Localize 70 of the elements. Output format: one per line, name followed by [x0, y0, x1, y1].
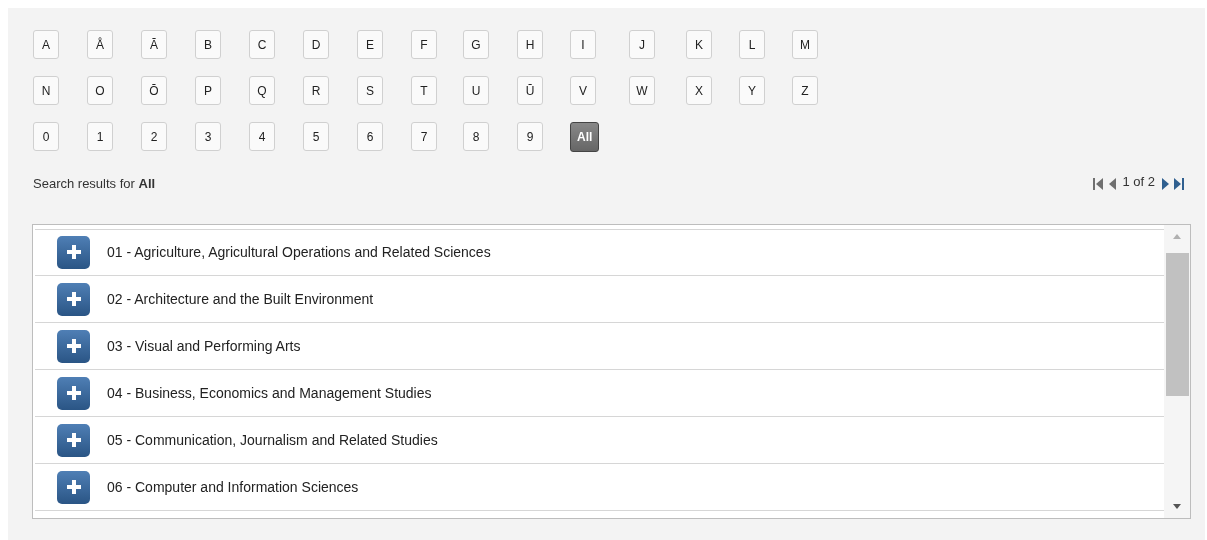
scrollbar-thumb[interactable]: [1165, 252, 1189, 396]
letter-filter-button[interactable]: P: [195, 76, 221, 105]
letter-filter-button[interactable]: G: [463, 30, 489, 59]
letter-filter-button[interactable]: X: [686, 76, 712, 105]
plus-icon: [65, 338, 82, 354]
letter-filter-button[interactable]: Ū: [517, 76, 543, 105]
letter-filter-button[interactable]: T: [411, 76, 437, 105]
letter-filter-button[interactable]: K: [686, 30, 712, 59]
letter-filter-button[interactable]: S: [357, 76, 383, 105]
letter-filter-button[interactable]: F: [411, 30, 437, 59]
expand-button[interactable]: [57, 235, 90, 269]
letter-filter-button[interactable]: A: [33, 30, 59, 59]
result-row[interactable]: 02 - Architecture and the Built Environment: [35, 275, 1164, 323]
letter-filter-button[interactable]: Q: [249, 76, 275, 105]
result-row[interactable]: 01 - Agriculture, Agricultural Operations and Related Sciences: [35, 228, 1164, 276]
expand-button[interactable]: [57, 329, 90, 363]
letter-filter-button[interactable]: Y: [739, 76, 765, 105]
letter-filter-button[interactable]: 5: [303, 122, 329, 151]
letter-filter-button[interactable]: 9: [517, 122, 543, 151]
letter-filter-button[interactable]: All: [570, 122, 600, 152]
letter-filter-button[interactable]: 0: [33, 122, 59, 151]
letter-filter-button[interactable]: 8: [463, 122, 489, 151]
result-label: 05 - Communication, Journalism and Related Studies: [107, 430, 438, 450]
plus-icon: [65, 385, 82, 401]
letter-filter-button[interactable]: 6: [357, 122, 383, 151]
page-indicator: 1 of 2: [1122, 173, 1155, 191]
letter-filter-button[interactable]: H: [517, 30, 543, 59]
last-page-button[interactable]: [1173, 176, 1185, 191]
letter-filter-button[interactable]: C: [249, 30, 275, 59]
result-label: 01 - Agriculture, Agricultural Operations and Related Sciences: [107, 242, 491, 262]
letter-filter-button[interactable]: W: [629, 76, 655, 105]
expand-button[interactable]: [57, 282, 90, 316]
plus-icon: [65, 291, 82, 307]
result-label: 04 - Business, Economics and Management Studies: [107, 383, 432, 403]
result-label: 06 - Computer and Information Sciences: [107, 477, 359, 497]
expand-button[interactable]: [57, 423, 90, 457]
plus-icon: [65, 244, 82, 260]
plus-icon: [65, 432, 82, 448]
letter-filter-button[interactable]: E: [357, 30, 383, 59]
letter-filter-button[interactable]: Ō: [141, 76, 167, 105]
letter-filter-button[interactable]: B: [195, 30, 221, 59]
letter-filter-button[interactable]: O: [87, 76, 113, 105]
letter-filter-button[interactable]: 1: [87, 122, 113, 151]
result-row[interactable]: 05 - Communication, Journalism and Related Studies: [35, 416, 1164, 464]
letter-filter-button[interactable]: I: [570, 30, 596, 59]
letter-filter-button[interactable]: Ā: [141, 30, 167, 59]
letter-filter-button[interactable]: N: [33, 76, 59, 105]
result-row[interactable]: 04 - Business, Economics and Management Studies: [35, 369, 1164, 417]
letter-filter-button[interactable]: Z: [792, 76, 818, 105]
letter-filter-button[interactable]: 4: [249, 122, 275, 151]
result-label: 02 - Architecture and the Built Environment: [107, 289, 374, 309]
expand-button[interactable]: [57, 470, 90, 504]
letter-filter-button[interactable]: D: [303, 30, 329, 59]
result-label: 03 - Visual and Performing Arts: [107, 336, 301, 356]
plus-icon: [65, 479, 82, 495]
letter-filter-button[interactable]: 7: [411, 122, 437, 151]
letter-filter-button[interactable]: V: [570, 76, 596, 105]
letter-filter-button[interactable]: 3: [195, 122, 221, 151]
next-page-button[interactable]: [1160, 176, 1170, 191]
letter-filter-button[interactable]: Å: [87, 30, 113, 59]
letter-filter-button[interactable]: U: [463, 76, 489, 105]
expand-button[interactable]: [57, 376, 90, 410]
search-caption: Search results for All: [33, 175, 156, 193]
result-row[interactable]: 03 - Visual and Performing Arts: [35, 322, 1164, 370]
letter-filter-button[interactable]: M: [792, 30, 818, 59]
letter-filter-button[interactable]: L: [739, 30, 765, 59]
letter-filter-button[interactable]: R: [303, 76, 329, 105]
letter-filter-button[interactable]: J: [629, 30, 655, 59]
result-row[interactable]: 06 - Computer and Information Sciences: [35, 463, 1164, 511]
letter-filter-button[interactable]: 2: [141, 122, 167, 151]
